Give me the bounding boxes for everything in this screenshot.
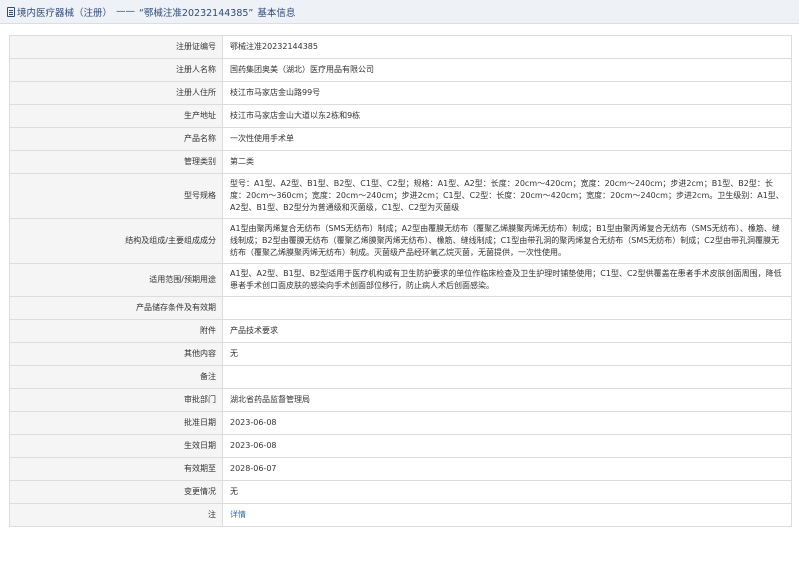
table-row: 注册证编号 鄂械注准20232144385	[9, 35, 792, 59]
table-row: 其他内容 无	[9, 342, 792, 366]
field-value: 一次性使用手术单	[222, 127, 792, 151]
breadcrumb-separator: ——	[116, 6, 136, 17]
details-link[interactable]: 详情	[230, 510, 246, 519]
field-label: 注	[9, 503, 223, 527]
field-value: 第二类	[222, 150, 792, 174]
field-value: 2028-06-07	[222, 457, 792, 481]
field-label: 备注	[9, 365, 223, 389]
field-label: 型号规格	[9, 173, 223, 219]
field-value: 产品技术要求	[222, 319, 792, 343]
field-value: A1型、A2型、B1型、B2型适用于医疗机构或有卫生防护要求的单位作临床检查及卫…	[222, 263, 792, 297]
field-value: 湖北省药品监督管理局	[222, 388, 792, 412]
table-row: 有效期至 2028-06-07	[9, 457, 792, 481]
table-row: 备注	[9, 365, 792, 389]
field-label: 产品储存条件及有效期	[9, 296, 223, 320]
field-label: 附件	[9, 319, 223, 343]
table-row: 批准日期 2023-06-08	[9, 411, 792, 435]
page-title-bar: 境内医疗器械（注册） —— “鄂械注准20232144385” 基本信息	[0, 0, 799, 24]
field-value: 枝江市马家店金山路99号	[222, 81, 792, 105]
page-title-quote: “鄂械注准20232144385”	[139, 7, 254, 19]
page-title-suffix: 基本信息	[257, 7, 296, 19]
field-value: 无	[222, 342, 792, 366]
field-value: 详情	[222, 503, 792, 527]
field-value: 枝江市马家店金山大道以东2栋和9栋	[222, 104, 792, 128]
field-value: 鄂械注准20232144385	[222, 35, 792, 59]
table-row: 生产地址 枝江市马家店金山大道以东2栋和9栋	[9, 104, 792, 128]
table-row: 管理类别 第二类	[9, 150, 792, 174]
table-row: 变更情况 无	[9, 480, 792, 504]
field-label: 审批部门	[9, 388, 223, 412]
table-row: 注册人住所 枝江市马家店金山路99号	[9, 81, 792, 105]
field-value: 国药集团奥美（湖北）医疗用品有限公司	[222, 58, 792, 82]
table-row: 结构及组成/主要组成成分 A1型由聚丙烯复合无纺布（SMS无纺布）制成；A2型由…	[9, 218, 792, 264]
field-value	[222, 296, 792, 320]
table-row: 型号规格 型号：A1型、A2型、B1型、B2型、C1型、C2型；规格：A1型、A…	[9, 173, 792, 219]
field-label: 产品名称	[9, 127, 223, 151]
field-label: 生效日期	[9, 434, 223, 458]
table-row: 注册人名称 国药集团奥美（湖北）医疗用品有限公司	[9, 58, 792, 82]
field-label: 生产地址	[9, 104, 223, 128]
table-row: 附件 产品技术要求	[9, 319, 792, 343]
field-label: 批准日期	[9, 411, 223, 435]
table-row: 生效日期 2023-06-08	[9, 434, 792, 458]
registration-info-table: 注册证编号 鄂械注准20232144385 注册人名称 国药集团奥美（湖北）医疗…	[9, 35, 792, 527]
field-label: 结构及组成/主要组成成分	[9, 218, 223, 264]
table-row: 注 详情	[9, 503, 792, 527]
table-row: 产品名称 一次性使用手术单	[9, 127, 792, 151]
field-label: 适用范围/预期用途	[9, 263, 223, 297]
field-value: 2023-06-08	[222, 434, 792, 458]
table-row: 适用范围/预期用途 A1型、A2型、B1型、B2型适用于医疗机构或有卫生防护要求…	[9, 263, 792, 297]
field-value: 2023-06-08	[222, 411, 792, 435]
field-label: 注册人住所	[9, 81, 223, 105]
breadcrumb-link[interactable]: 境内医疗器械（注册）	[17, 5, 112, 19]
table-row: 产品储存条件及有效期	[9, 296, 792, 320]
field-label: 有效期至	[9, 457, 223, 481]
field-value	[222, 365, 792, 389]
field-label: 其他内容	[9, 342, 223, 366]
field-value: 型号：A1型、A2型、B1型、B2型、C1型、C2型；规格：A1型、A2型：长度…	[222, 173, 792, 219]
document-icon	[7, 6, 15, 17]
field-label: 注册证编号	[9, 35, 223, 59]
field-label: 管理类别	[9, 150, 223, 174]
field-value: 无	[222, 480, 792, 504]
field-value: A1型由聚丙烯复合无纺布（SMS无纺布）制成；A2型由覆膜无纺布（覆聚乙烯膜聚丙…	[222, 218, 792, 264]
field-label: 注册人名称	[9, 58, 223, 82]
field-label: 变更情况	[9, 480, 223, 504]
table-row: 审批部门 湖北省药品监督管理局	[9, 388, 792, 412]
